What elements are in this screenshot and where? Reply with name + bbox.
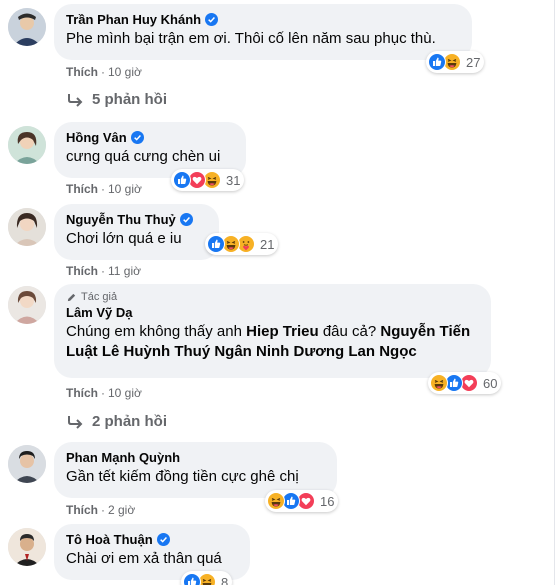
verified-badge-icon — [130, 131, 144, 144]
commenter-name[interactable]: Hồng Vân — [66, 130, 127, 145]
author-badge: Tác giả — [66, 291, 479, 303]
separator-dot: · — [101, 65, 105, 79]
view-replies-link[interactable]: 2 phản hồi — [66, 413, 167, 430]
comment-bubble: Trần Phan Huy Khánh Phe mình bại trận em… — [54, 4, 472, 60]
like-link[interactable]: Thích — [66, 386, 98, 400]
timestamp[interactable]: 10 giờ — [108, 65, 142, 79]
comment-actions: Thích · 2 giờ — [66, 503, 135, 517]
like-link[interactable]: Thích — [66, 503, 98, 517]
like-link[interactable]: Thích — [66, 264, 98, 278]
reaction-summary[interactable]: 8 — [181, 571, 233, 585]
avatar[interactable] — [8, 286, 46, 324]
replies-count-label: 2 phản hồi — [92, 413, 167, 430]
separator-dot: · — [101, 386, 105, 400]
comment-bubble: Tác giả Lâm Vỹ Dạ Chúng em không thấy an… — [54, 284, 491, 378]
comment-actions: Thích · 11 giờ — [66, 264, 141, 278]
view-replies-link[interactable]: 5 phản hồi — [66, 91, 167, 108]
comment-actions: Thích · 10 giờ — [66, 182, 142, 196]
verified-badge-icon — [205, 13, 219, 26]
timestamp[interactable]: 11 giờ — [108, 264, 141, 278]
replies-count-label: 5 phản hồi — [92, 91, 167, 108]
commenter-name[interactable]: Tô Hoà Thuận — [66, 532, 153, 547]
avatar[interactable] — [8, 8, 46, 46]
verified-badge-icon — [179, 213, 193, 226]
mention-link[interactable]: Lê Huỳnh Thuý Ngân — [102, 343, 252, 360]
avatar[interactable] — [8, 208, 46, 246]
comment-text: cưng quá cưng chèn ui — [66, 148, 221, 165]
reaction-summary[interactable]: 31 — [171, 169, 245, 191]
comment-text: Phe mình bại trận em ơi. Thôi cố lên năm… — [66, 30, 436, 47]
comment-text: Chơi lớn quá e iu — [66, 230, 182, 247]
like-reaction-icon — [207, 235, 225, 253]
reaction-summary[interactable]: 60 — [428, 372, 502, 394]
comment-actions: Thích · 10 giờ — [66, 65, 142, 79]
reply-arrow-icon — [68, 415, 83, 429]
reaction-count: 27 — [466, 54, 481, 70]
reaction-count: 31 — [226, 172, 241, 188]
reaction-icons — [183, 573, 216, 585]
reply-arrow-icon — [68, 93, 83, 107]
reaction-icons — [430, 374, 478, 392]
commenter-name[interactable]: Nguyễn Thu Thuỷ — [66, 212, 176, 227]
mention-link[interactable]: Ninh Dương Lan Ngọc — [256, 343, 417, 360]
reaction-count: 16 — [320, 493, 335, 509]
avatar[interactable] — [8, 528, 46, 566]
author-tag-label: Tác giả — [81, 291, 118, 303]
avatar[interactable] — [8, 126, 46, 164]
reaction-count: 21 — [260, 236, 275, 252]
timestamp[interactable]: 10 giờ — [108, 182, 142, 196]
separator-dot: · — [101, 264, 105, 278]
reaction-icons — [173, 171, 221, 189]
like-link[interactable]: Thích — [66, 65, 98, 79]
pencil-icon — [67, 293, 76, 301]
comment-text: Chài ơi em xả thân quá — [66, 550, 222, 567]
commenter-name[interactable]: Lâm Vỹ Dạ — [66, 305, 132, 320]
verified-badge-icon — [156, 533, 170, 546]
like-reaction-icon — [173, 171, 191, 189]
reaction-icons — [207, 235, 255, 253]
comment-text-part: Chúng em không thấy anh — [66, 323, 247, 340]
commenter-name[interactable]: Phan Mạnh Quỳnh — [66, 450, 180, 465]
haha-reaction-icon — [430, 374, 448, 392]
avatar[interactable] — [8, 445, 46, 483]
reaction-count: 8 — [221, 574, 229, 585]
timestamp[interactable]: 2 giờ — [108, 503, 135, 517]
reaction-summary[interactable]: 16 — [265, 490, 339, 512]
like-reaction-icon — [183, 573, 201, 585]
like-link[interactable]: Thích — [66, 182, 98, 196]
like-reaction-icon — [428, 53, 446, 71]
comment-text: Chúng em không thấy anh Hiep Trieu đâu c… — [66, 322, 479, 362]
haha-reaction-icon — [267, 492, 285, 510]
reaction-summary[interactable]: 27 — [426, 51, 485, 73]
reaction-icons — [428, 53, 461, 71]
comment-text-part: đâu cả? — [318, 323, 381, 340]
commenter-name[interactable]: Trần Phan Huy Khánh — [66, 12, 201, 27]
reaction-count: 60 — [483, 375, 498, 391]
reaction-summary[interactable]: 21 — [205, 233, 279, 255]
comment-bubble: Nguyễn Thu Thuỷ Chơi lớn quá e iu — [54, 204, 219, 260]
separator-dot: · — [101, 182, 105, 196]
comment-text: Gần tết kiếm đồng tiền cực ghê chị — [66, 468, 299, 485]
comment-actions: Thích · 10 giờ — [66, 386, 142, 400]
timestamp[interactable]: 10 giờ — [108, 386, 142, 400]
separator-dot: · — [101, 503, 105, 517]
mention-link[interactable]: Hiep Trieu — [246, 323, 319, 340]
reaction-icons — [267, 492, 315, 510]
